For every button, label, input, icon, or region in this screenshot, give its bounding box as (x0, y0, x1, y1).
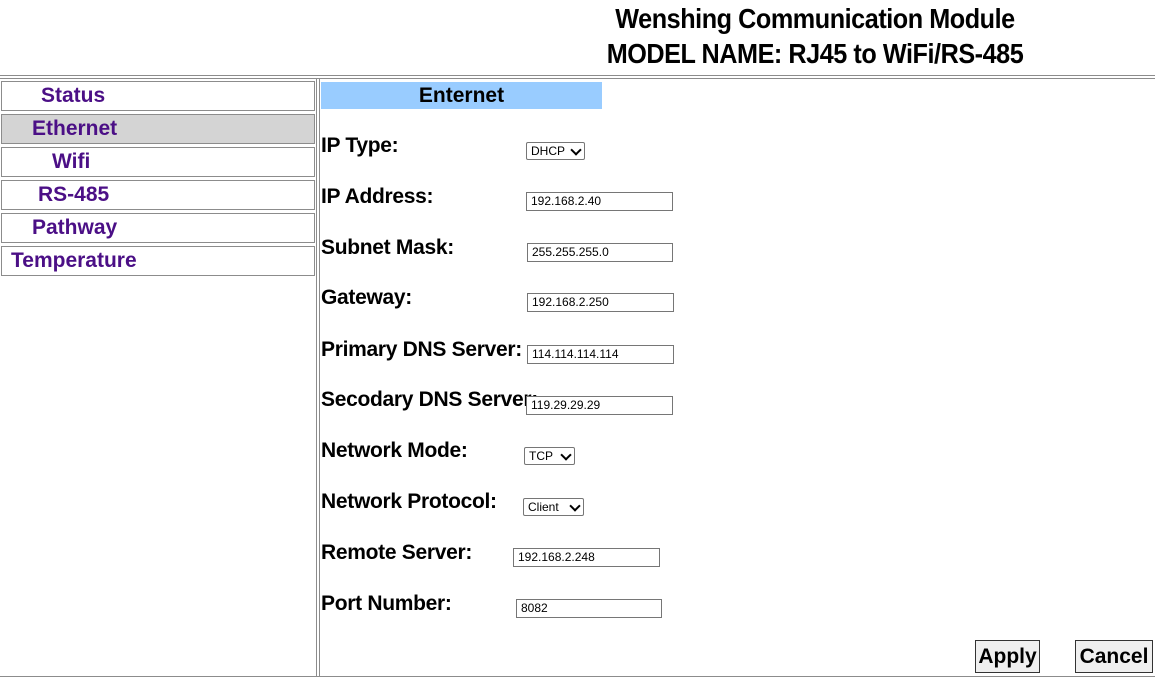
ip-type-label: IP Type: (321, 134, 399, 157)
sidebar-item-status[interactable]: Status (1, 81, 315, 111)
primary-dns-input[interactable]: 114.114.114.114 (527, 345, 674, 364)
secondary-dns-input[interactable]: 119.29.29.29 (526, 396, 673, 415)
gateway-label: Gateway: (321, 286, 412, 309)
sidebar-item-pathway[interactable]: Pathway (1, 213, 315, 243)
footer-divider (0, 676, 1155, 677)
cancel-button[interactable]: Cancel (1075, 640, 1153, 673)
chevron-down-icon (570, 144, 582, 156)
network-protocol-label: Network Protocol: (321, 490, 497, 513)
sidebar-item-rs485[interactable]: RS-485 (1, 180, 315, 210)
port-number-input[interactable]: 8082 (516, 599, 662, 618)
sidebar-divider-right (319, 79, 320, 677)
primary-dns-label: Primary DNS Server: (321, 338, 522, 361)
header-divider-top (0, 75, 1155, 76)
secondary-dns-label: Secodary DNS Server: (321, 388, 538, 411)
model-name-title: MODEL NAME: RJ45 to WiFi/RS-485 (606, 38, 1024, 69)
header-divider-bottom (0, 78, 1155, 79)
ip-type-value: DHCP (531, 144, 566, 158)
sidebar-item-label: Pathway (32, 216, 118, 239)
port-number-label: Port Number: (321, 592, 452, 615)
ip-type-select[interactable]: DHCP (526, 142, 585, 160)
remote-server-label: Remote Server: (321, 541, 473, 564)
chevron-down-icon (560, 449, 572, 461)
sidebar-item-label: Temperature (11, 249, 137, 272)
ip-address-input[interactable]: 192.168.2.40 (526, 192, 673, 211)
sidebar-item-label: Ethernet (32, 117, 118, 140)
page-title: Wenshing Communication Module (615, 3, 1015, 34)
network-mode-value: TCP (529, 449, 553, 463)
network-mode-label: Network Mode: (321, 439, 468, 462)
subnet-mask-input[interactable]: 255.255.255.0 (527, 243, 673, 262)
sidebar-item-wifi[interactable]: Wifi (1, 147, 315, 177)
sidebar-divider-left (316, 79, 317, 677)
network-protocol-select[interactable]: Client (523, 498, 584, 516)
sidebar-item-ethernet[interactable]: Ethernet (1, 114, 315, 144)
ip-address-label: IP Address: (321, 185, 434, 208)
sidebar-item-label: Status (41, 84, 106, 107)
sidebar-item-temperature[interactable]: Temperature (1, 246, 315, 276)
gateway-input[interactable]: 192.168.2.250 (527, 293, 674, 312)
sidebar-item-label: RS-485 (38, 183, 110, 206)
network-protocol-value: Client (528, 500, 559, 514)
chevron-down-icon (569, 500, 581, 512)
network-mode-select[interactable]: TCP (524, 447, 575, 465)
apply-button[interactable]: Apply (975, 640, 1040, 673)
remote-server-input[interactable]: 192.168.2.248 (513, 548, 660, 567)
section-header: Enternet (321, 82, 602, 109)
sidebar-item-label: Wifi (52, 150, 91, 173)
subnet-mask-label: Subnet Mask: (321, 236, 454, 259)
